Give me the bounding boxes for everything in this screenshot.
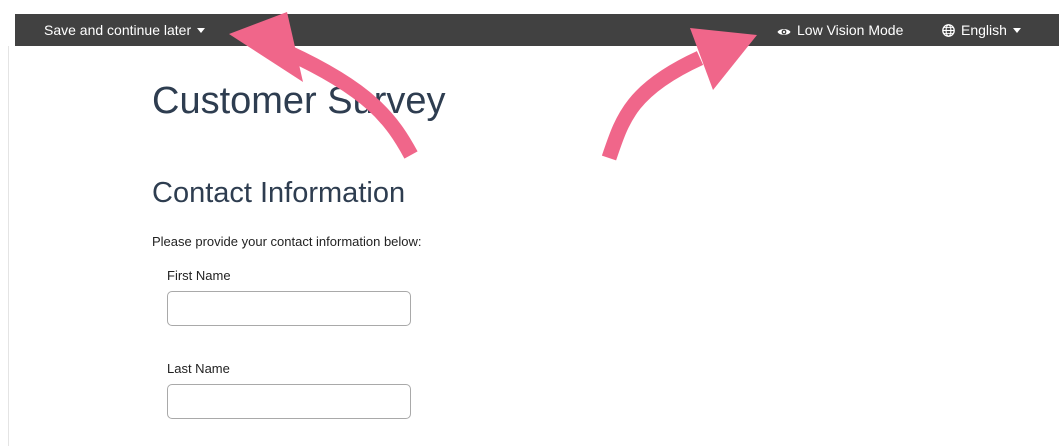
- left-border: [8, 46, 9, 446]
- survey-page: Save and continue later Low Vision Mode …: [0, 0, 1059, 446]
- language-selector[interactable]: English: [942, 22, 1021, 38]
- last-name-label: Last Name: [167, 361, 230, 376]
- chevron-down-icon: [197, 28, 206, 33]
- low-vision-mode-button[interactable]: Low Vision Mode: [777, 22, 903, 38]
- survey-toolbar: Save and continue later Low Vision Mode …: [15, 14, 1059, 46]
- low-vision-mode-label: Low Vision Mode: [797, 22, 904, 38]
- section-instructions: Please provide your contact information …: [152, 234, 422, 249]
- save-and-continue-later-button[interactable]: Save and continue later: [44, 22, 206, 38]
- language-label: English: [961, 22, 1007, 38]
- last-name-input[interactable]: [167, 384, 411, 419]
- first-name-input[interactable]: [167, 291, 411, 326]
- chevron-down-icon: [1012, 28, 1021, 33]
- eye-icon: [777, 29, 791, 35]
- section-heading: Contact Information: [152, 177, 406, 209]
- right-annotation-arrow: [601, 28, 757, 161]
- globe-icon: [942, 24, 955, 37]
- survey-title: Customer Survey: [152, 80, 446, 122]
- annotation-arrows: [229, 12, 757, 161]
- first-name-label: First Name: [167, 268, 231, 283]
- save-and-continue-later-label: Save and continue later: [44, 22, 192, 38]
